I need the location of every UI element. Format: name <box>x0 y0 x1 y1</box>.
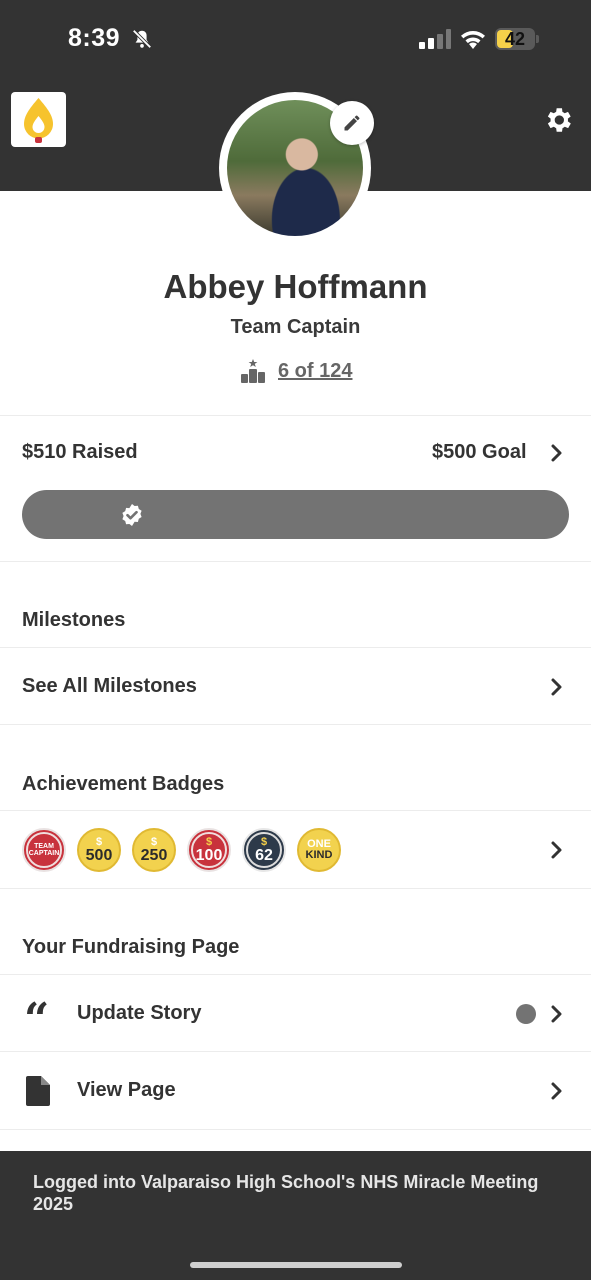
profile-role: Team Captain <box>230 316 361 338</box>
divider <box>0 724 591 725</box>
chevron-right-icon[interactable] <box>548 443 566 463</box>
divider <box>0 888 591 889</box>
quote-icon: “ <box>24 994 50 1045</box>
chevron-right-icon[interactable] <box>548 1081 566 1101</box>
app-logo[interactable] <box>11 92 66 147</box>
badge-value: 500 <box>85 846 113 864</box>
fundraising-progress-bar <box>22 490 569 539</box>
goal-amount[interactable]: $500 Goal <box>432 441 527 464</box>
profile-name: Abbey Hoffmann <box>163 268 428 305</box>
logged-in-text: Logged into Valparaiso High School's NHS… <box>33 1172 539 1214</box>
cellular-signal-icon <box>419 29 451 49</box>
chevron-right-icon[interactable] <box>548 1004 566 1024</box>
badge-label: CAPTAIN <box>28 850 60 857</box>
badge-value: 100 <box>195 846 223 864</box>
badge-value: 62 <box>255 846 273 864</box>
status-time: 8:39 <box>68 24 121 52</box>
badge-62[interactable]: $ 62 <box>242 828 286 872</box>
leaderboard-rank[interactable]: 6 of 124 <box>240 358 352 384</box>
home-indicator[interactable] <box>190 1262 402 1268</box>
badge-label: KIND <box>305 849 333 861</box>
candle-flame-icon <box>24 98 53 143</box>
rank-link[interactable]: 6 of 124 <box>278 360 352 383</box>
footer-banner: Logged into Valparaiso High School's NHS… <box>0 1151 591 1280</box>
gear-icon[interactable] <box>542 104 574 136</box>
divider <box>0 415 591 416</box>
document-icon <box>26 1076 50 1106</box>
achievement-badges-heading: Achievement Badges <box>22 773 225 795</box>
battery-indicator: 42 <box>495 28 539 50</box>
podium-icon <box>241 359 265 383</box>
update-story-link[interactable]: Update Story <box>77 1002 201 1025</box>
badge-500[interactable]: $ 500 <box>77 828 121 872</box>
raised-amount: $510 Raised <box>22 441 138 463</box>
divider <box>0 1051 591 1052</box>
divider <box>0 561 591 562</box>
battery-level: 42 <box>504 29 526 49</box>
verified-check-icon <box>122 504 142 526</box>
chevron-right-icon[interactable] <box>548 840 566 860</box>
bell-off-icon <box>132 29 152 49</box>
divider <box>0 810 591 811</box>
pencil-icon <box>344 115 360 131</box>
wifi-icon <box>461 31 485 49</box>
badge-100[interactable]: $ 100 <box>187 828 231 872</box>
badge-one-kind[interactable]: ONE KIND <box>297 828 341 872</box>
chevron-right-icon[interactable] <box>548 677 566 697</box>
badge-label: TEAM <box>34 843 54 850</box>
badge-team-captain[interactable]: TEAM CAPTAIN <box>22 828 66 872</box>
badge-dollar: $ <box>260 835 268 848</box>
view-page-link[interactable]: View Page <box>77 1079 176 1102</box>
divider <box>0 1129 591 1130</box>
badge-dollar: $ <box>150 835 158 848</box>
divider <box>0 974 591 975</box>
divider <box>0 647 591 648</box>
badge-value: 250 <box>140 846 168 864</box>
status-dot-icon <box>516 1004 536 1024</box>
badge-dollar: $ <box>205 835 213 848</box>
edit-profile-button[interactable] <box>330 101 374 145</box>
see-all-milestones-link[interactable]: See All Milestones <box>22 675 197 698</box>
fundraising-page-heading: Your Fundraising Page <box>22 936 240 958</box>
badge-250[interactable]: $ 250 <box>132 828 176 872</box>
badge-dollar: $ <box>95 835 103 848</box>
milestones-heading: Milestones <box>22 609 126 631</box>
badge-list[interactable]: TEAM CAPTAIN $ 500 $ 250 $ 100 $ 62 ONE … <box>22 828 341 872</box>
